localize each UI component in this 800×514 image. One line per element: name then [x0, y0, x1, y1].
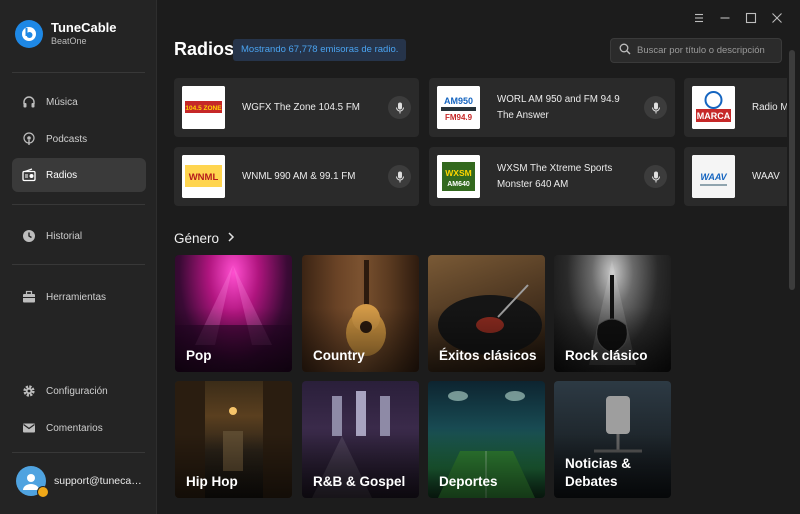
svg-text:AM640: AM640 — [447, 181, 470, 188]
station-name: WAAV — [752, 170, 780, 182]
genre-label: Hip Hop — [186, 474, 238, 489]
svg-text:MARCA: MARCA — [697, 111, 731, 121]
sidebar-item-label: Herramientas — [46, 291, 107, 303]
station-logo: WXSM AM640 — [437, 155, 480, 198]
microphone-icon[interactable] — [388, 96, 411, 119]
divider — [12, 264, 145, 265]
user-account[interactable]: support@tunecable.com — [16, 466, 146, 498]
microphone-icon[interactable] — [644, 96, 667, 119]
headphones-icon — [22, 95, 36, 109]
genre-tile-country[interactable]: Country — [302, 255, 419, 372]
premium-badge-icon — [37, 486, 49, 498]
sidebar-item-label: Radios — [46, 169, 78, 181]
minimize-icon[interactable] — [716, 9, 734, 27]
close-icon[interactable] — [768, 9, 786, 27]
sidebar-item-podcasts[interactable]: Podcasts — [12, 122, 146, 156]
station-logo: WNML — [182, 155, 225, 198]
genre-label: Country — [313, 348, 365, 363]
divider — [12, 72, 145, 73]
station-name: WXSM The Xtreme Sports Monster 640 AM — [497, 162, 613, 190]
app-subtitle: BeatOne — [51, 36, 87, 46]
genre-label: Noticias & Debates — [565, 456, 632, 489]
sidebar-item-historial[interactable]: Historial — [12, 219, 146, 253]
genre-tile-rb-gospel[interactable]: R&B & Gospel — [302, 381, 419, 498]
genre-tile-rock-clasico[interactable]: Rock clásico — [554, 255, 671, 372]
vertical-scrollbar[interactable] — [789, 50, 795, 290]
radio-card[interactable]: WXSM AM640 WXSM The Xtreme Sports Monster… — [429, 147, 675, 206]
sidebar-item-label: Podcasts — [46, 133, 88, 145]
genre-label: R&B & Gospel — [313, 474, 406, 489]
genre-label: Éxitos clásicos — [439, 348, 537, 363]
sidebar: TuneCable BeatOne Música Podcasts Radios… — [0, 0, 157, 514]
radio-card[interactable]: 104.5 ZONE WGFX The Zone 104.5 FM — [174, 78, 419, 137]
radio-icon — [22, 168, 36, 182]
sidebar-item-musica[interactable]: Música — [12, 85, 146, 119]
station-name: Radio Marca — [752, 101, 787, 113]
window-controls — [690, 9, 786, 27]
clock-icon — [22, 229, 36, 243]
sidebar-item-label: Comentarios — [46, 422, 103, 434]
podcast-icon — [22, 132, 36, 146]
maximize-icon[interactable] — [742, 9, 760, 27]
chevron-right-icon — [227, 229, 235, 247]
microphone-icon[interactable] — [644, 165, 667, 188]
station-logo: AM950 FM94.9 — [437, 86, 480, 129]
toolbox-icon — [22, 290, 36, 304]
genre-tile-deportes[interactable]: Deportes — [428, 381, 545, 498]
radio-card[interactable]: WAAV WAAV — [684, 147, 787, 206]
station-logo: WAAV — [692, 155, 735, 198]
app-logo-icon — [15, 20, 43, 48]
genre-title: Género — [174, 230, 220, 246]
svg-text:AM950: AM950 — [444, 96, 473, 106]
sidebar-item-configuracion[interactable]: Configuración — [12, 374, 146, 408]
app-name: TuneCable — [51, 20, 117, 35]
mail-icon — [22, 421, 36, 435]
genre-tile-exitos-clasicos[interactable]: Éxitos clásicos — [428, 255, 545, 372]
sidebar-item-comentarios[interactable]: Comentarios — [12, 411, 146, 445]
main-content: Radios Mostrando 67,778 emisoras de radi… — [158, 0, 787, 514]
divider — [12, 452, 145, 453]
svg-text:104.5 ZONE: 104.5 ZONE — [185, 105, 222, 112]
station-name: WORL AM 950 and FM 94.9 The Answer — [497, 93, 620, 121]
radio-card[interactable]: AM950 FM94.9 WORL AM 950 and FM 94.9 The … — [429, 78, 675, 137]
microphone-icon[interactable] — [388, 165, 411, 188]
svg-text:WXSM: WXSM — [445, 168, 471, 178]
sidebar-item-radios[interactable]: Radios — [12, 158, 146, 192]
sidebar-item-label: Configuración — [46, 385, 108, 397]
station-count-badge: Mostrando 67,778 emisoras de radio. — [233, 39, 407, 61]
genre-section-link[interactable]: Género — [174, 229, 235, 247]
sidebar-item-herramientas[interactable]: Herramientas — [12, 280, 146, 314]
genre-tile-noticias-debates[interactable]: Noticias & Debates — [554, 381, 671, 498]
divider — [12, 204, 145, 205]
genre-tile-pop[interactable]: Pop — [175, 255, 292, 372]
station-logo: MARCA — [692, 86, 735, 129]
station-logo: 104.5 ZONE — [182, 86, 225, 129]
menu-icon[interactable] — [690, 9, 708, 27]
radio-card[interactable]: MARCA Radio Marca — [684, 78, 787, 137]
station-name: WGFX The Zone 104.5 FM — [242, 101, 360, 113]
page-title: Radios — [174, 39, 235, 59]
brand: TuneCable BeatOne — [15, 20, 117, 48]
search-icon — [619, 42, 631, 60]
genre-label: Rock clásico — [565, 348, 648, 363]
genre-label: Pop — [186, 348, 212, 363]
user-email: support@tunecable.com — [54, 475, 146, 487]
sidebar-item-label: Historial — [46, 230, 83, 242]
station-name: WNML 990 AM & 99.1 FM — [242, 170, 356, 182]
radio-card[interactable]: WNML WNML 990 AM & 99.1 FM — [174, 147, 419, 206]
genre-tile-hip-hop[interactable]: Hip Hop — [175, 381, 292, 498]
search-box[interactable] — [610, 38, 782, 63]
genre-label: Deportes — [439, 474, 498, 489]
sidebar-item-label: Música — [46, 96, 78, 108]
search-input[interactable] — [637, 45, 777, 56]
svg-text:WNML: WNML — [189, 172, 219, 183]
gear-icon — [22, 384, 36, 398]
svg-text:FM94.9: FM94.9 — [445, 113, 473, 122]
svg-text:WAAV: WAAV — [700, 172, 727, 182]
avatar — [16, 466, 49, 498]
